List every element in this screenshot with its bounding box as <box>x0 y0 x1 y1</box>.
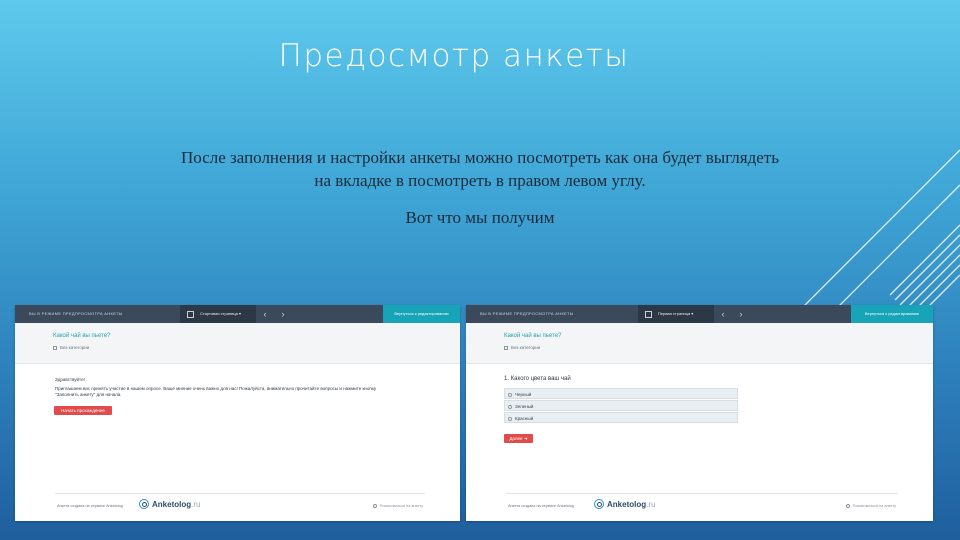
survey-title: Какой чай вы пьете? <box>53 333 111 339</box>
anketolog-logo-icon <box>594 499 604 509</box>
page-icon <box>645 311 652 318</box>
logo-word: Anketolog <box>607 500 647 509</box>
made-with-text: Анкета создана на сервисе Anketolog <box>57 504 123 508</box>
page-selector[interactable]: Стартовая страница ▾ <box>180 305 256 323</box>
preview-screenshot-start: Вы в режиме предпросмотра анкеты Стартов… <box>15 305 460 521</box>
made-with-text: Анкета создана на сервисе Anketolog <box>508 504 574 508</box>
preview-top-bar: Вы в режиме предпросмотра анкеты Первая … <box>466 305 933 323</box>
slide-title: Предосмотр анкеты <box>278 38 630 74</box>
report-survey-link[interactable]: Пожаловаться на анкету <box>372 504 423 508</box>
slide-body: После заполнения и настройки анкеты можн… <box>95 146 865 229</box>
question-title: 1. Какого цвета ваш чай <box>504 376 571 382</box>
preview-footer: Анкета создана на сервисе Anketolog Anke… <box>506 493 898 518</box>
body-line-1: После заполнения и настройки анкеты можн… <box>181 148 779 167</box>
greeting-text: Приглашаем вас принять участие в нашем о… <box>55 385 377 398</box>
preview-screenshot-question: Вы в режиме предпросмотра анкеты Первая … <box>466 305 933 521</box>
logo-word: Anketolog <box>152 500 192 509</box>
page-selector[interactable]: Первая страница ▾ <box>638 305 714 323</box>
preview-breadcrumb: Вы в режиме предпросмотра анкеты <box>480 311 574 316</box>
body-line-3: Вот что мы получим <box>405 208 555 227</box>
answer-option[interactable]: Черный <box>504 388 738 399</box>
preview-top-bar: Вы в режиме предпросмотра анкеты Стартов… <box>15 305 460 323</box>
answer-option[interactable]: Зеленый <box>504 400 738 411</box>
survey-category: Без категории <box>53 345 89 350</box>
page-selector-label: Стартовая страница <box>200 311 238 316</box>
chevron-right-icon: › <box>281 309 285 319</box>
arrow-right-icon: ➜ <box>523 436 528 441</box>
chevron-left-icon: ‹ <box>263 309 267 319</box>
preview-breadcrumb: Вы в режиме предпросмотра анкеты <box>29 311 123 316</box>
preview-footer: Анкета создана на сервисе Anketolog Anke… <box>55 493 425 518</box>
survey-title: Какой чай вы пьете? <box>504 333 562 339</box>
body-line-2: на вкладке в посмотреть в правом левом у… <box>314 171 646 190</box>
greeting-block: Здравствуйте! Приглашаем вас принять уча… <box>55 377 395 399</box>
report-survey-link[interactable]: Пожаловаться на анкету <box>845 504 896 508</box>
anketolog-logo-icon <box>139 499 149 509</box>
next-button[interactable]: Далее ➜ <box>504 434 533 443</box>
chevron-right-icon: › <box>739 309 743 319</box>
return-to-edit-button[interactable]: Вернуться к редактированию <box>851 305 933 323</box>
next-page-button[interactable]: › <box>732 305 750 323</box>
chevron-left-icon: ‹ <box>721 309 725 319</box>
next-page-button[interactable]: › <box>274 305 292 323</box>
radio-icon <box>508 392 512 397</box>
survey-header: Какой чай вы пьете? Без категории <box>15 323 460 364</box>
page-icon <box>187 311 194 318</box>
radio-icon <box>508 404 512 409</box>
prev-page-button[interactable]: ‹ <box>256 305 274 323</box>
logo-tld: .ru <box>646 500 656 509</box>
return-to-edit-button[interactable]: Вернуться к редактированию <box>383 305 460 323</box>
start-survey-button[interactable]: Начать прохождение анкеты <box>54 406 112 422</box>
radio-icon <box>508 416 512 421</box>
logo-tld: .ru <box>191 500 201 509</box>
survey-header: Какой чай вы пьете? Без категории <box>466 323 933 364</box>
answer-option[interactable]: Красный <box>504 412 738 423</box>
survey-category: Без категории <box>504 345 540 350</box>
prev-page-button[interactable]: ‹ <box>714 305 732 323</box>
greeting-title: Здравствуйте! <box>55 377 85 382</box>
page-selector-label: Первая страница <box>658 311 691 316</box>
